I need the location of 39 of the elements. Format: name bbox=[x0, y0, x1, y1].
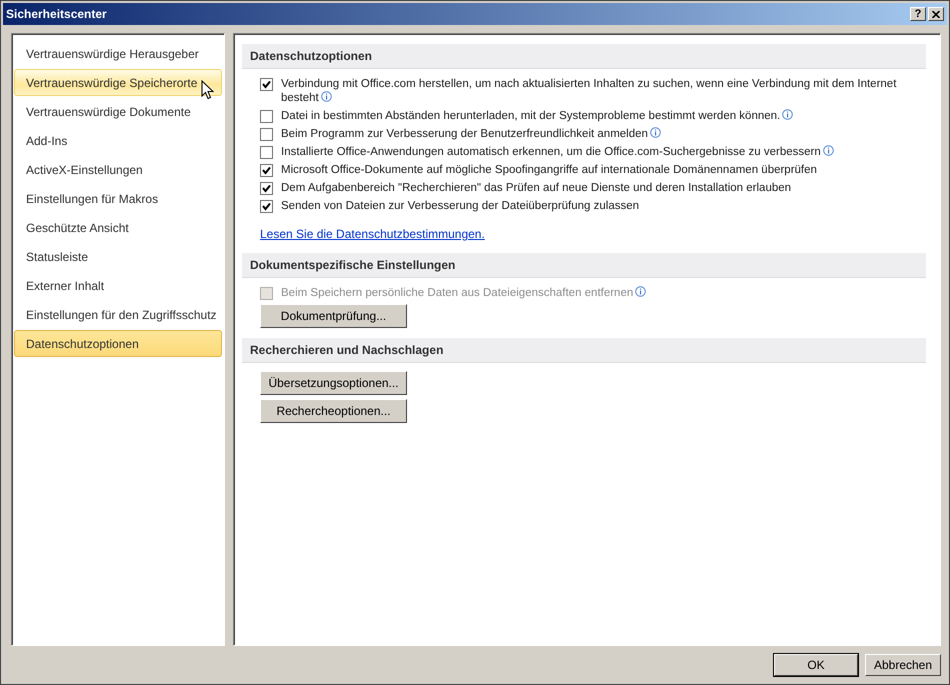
checkbox-label: Installierte Office-Anwendungen automatisch erkennen, um die Office.com-Suchergebnisse zu verbessern bbox=[281, 145, 834, 159]
sidebar-item[interactable]: ActiveX-Einstellungen bbox=[14, 156, 222, 183]
sidebar-item[interactable]: Externer Inhalt bbox=[14, 272, 222, 299]
checkbox-label: Verbindung mit Office.com herstellen, um nach aktualisierten Inhalten zu suchen, wenn eine Verbindung mit dem Internet besteht bbox=[281, 77, 898, 105]
privacy-link[interactable]: Lesen Sie die Datenschutzbestimmungen. bbox=[260, 227, 485, 241]
options-button[interactable]: Übersetzungsoptionen... bbox=[260, 371, 407, 395]
checkbox-label: Senden von Dateien zur Verbesserung der Dateiüberprüfung zulassen bbox=[281, 199, 640, 213]
checkbox-label: Datei in bestimmten Abständen herunterladen, mit der Systemprobleme bestimmt werden können. bbox=[281, 109, 794, 123]
mouse-cursor-icon bbox=[201, 80, 215, 100]
checkbox-label: Microsoft Office-Dokumente auf mögliche Spoofingangriffe auf internationale Domänennamen überprüfen bbox=[281, 163, 817, 177]
section-header: Recherchieren und Nachschlagen bbox=[242, 338, 926, 363]
checkbox[interactable] bbox=[260, 146, 273, 159]
sidebar-item[interactable]: Datenschutzoptionen bbox=[14, 330, 222, 357]
checkbox[interactable] bbox=[260, 78, 273, 91]
sidebar-item[interactable]: Einstellungen für den Zugriffsschutz bbox=[14, 301, 222, 328]
options-button[interactable]: Rechercheoptionen... bbox=[260, 399, 407, 423]
options-button[interactable]: Dokumentprüfung... bbox=[260, 304, 407, 328]
checkbox[interactable] bbox=[260, 128, 273, 141]
checkbox[interactable] bbox=[260, 200, 273, 213]
dialog-button[interactable]: Abbrechen bbox=[865, 654, 941, 676]
close-button[interactable] bbox=[928, 7, 944, 21]
checkbox-label: Beim Speichern persönliche Daten aus Dateieigenschaften entfernen bbox=[281, 286, 646, 300]
section-header: Dokumentspezifische Einstellungen bbox=[242, 253, 926, 278]
section-header: Datenschutzoptionen bbox=[242, 44, 926, 69]
sidebar-item[interactable]: Einstellungen für Makros bbox=[14, 185, 222, 212]
checkbox[interactable] bbox=[260, 182, 273, 195]
checkbox-label: Dem Aufgabenbereich "Recherchieren" das Prüfen auf neue Dienste und deren Installation erlauben bbox=[281, 181, 792, 195]
checkbox[interactable] bbox=[260, 110, 273, 123]
sidebar-item[interactable]: Vertrauenswürdige Herausgeber bbox=[14, 40, 222, 67]
sidebar-item[interactable]: Geschützte Ansicht bbox=[14, 214, 222, 241]
sidebar-item[interactable]: Add-Ins bbox=[14, 127, 222, 154]
close-icon bbox=[932, 10, 940, 18]
help-button[interactable]: ? bbox=[910, 7, 926, 21]
checkbox-label: Beim Programm zur Verbesserung der Benutzerfreundlichkeit anmelden bbox=[281, 127, 661, 141]
window-title: Sicherheitscenter bbox=[6, 7, 108, 21]
sidebar-item[interactable]: Statusleiste bbox=[14, 243, 222, 270]
dialog-button[interactable]: OK bbox=[774, 654, 858, 676]
sidebar-item[interactable]: Vertrauenswürdige Dokumente bbox=[14, 98, 222, 125]
checkbox[interactable] bbox=[260, 164, 273, 177]
